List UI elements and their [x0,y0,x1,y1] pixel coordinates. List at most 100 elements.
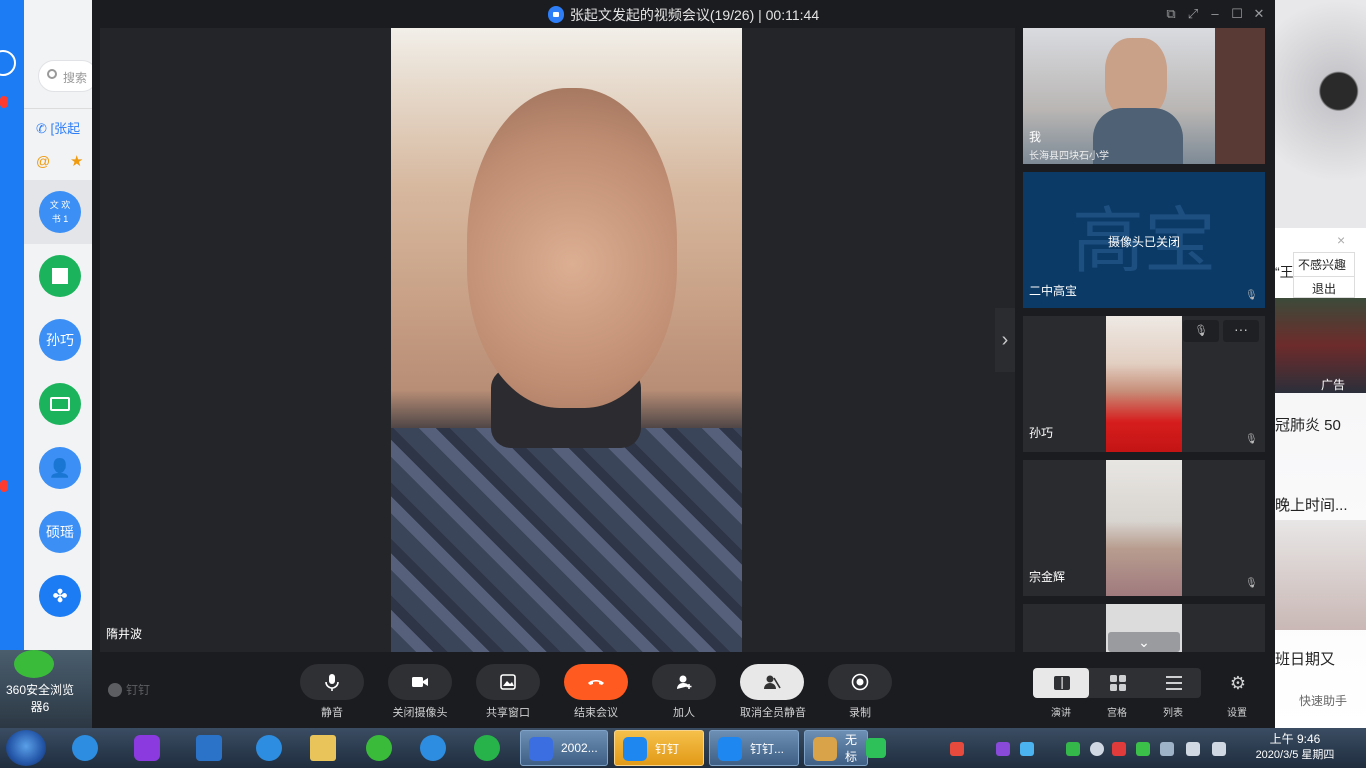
virtualbox-icon[interactable] [184,731,234,765]
browser-360-icon[interactable] [354,731,404,765]
speaker-name: 隋井波 [106,627,143,641]
close-ad-icon[interactable]: × [1337,232,1345,248]
news-title[interactable]: 冠肺炎 50 [1275,414,1341,435]
participant-tile[interactable]: 宗金辉 🎙 [1023,460,1265,596]
star-icon[interactable]: ★ [70,152,83,170]
settings-button[interactable]: ⚙ 设置 [1210,668,1264,720]
bluetooth-icon[interactable] [1090,742,1104,756]
maximize-icon[interactable]: ☐ [1228,5,1246,23]
external-link-icon[interactable]: ⧉ [1162,5,1180,23]
share-screen-icon [500,674,516,690]
taskbar-window[interactable]: 2002... [520,730,608,766]
chevron-right-icon[interactable]: › [995,308,1015,372]
list-item[interactable]: 硕瑶 [24,500,92,564]
participant-tile[interactable]: 🎙 ··· 孙巧 🎙 [1023,316,1265,452]
security-shield-icon[interactable] [1112,742,1126,756]
list-item[interactable]: ✤ [24,564,92,628]
tray-icon[interactable] [1066,742,1080,756]
desktop-shortcut[interactable]: 360安全浏览器6 [0,650,92,728]
participant-video-feed [1106,316,1182,452]
participant-video-feed [1106,460,1182,596]
avatar: 文 欢 书 1 [39,191,81,233]
main-speaker-video[interactable]: 隋井波 [100,28,1015,652]
participant-name: 我 [1029,130,1042,144]
video-content [1215,28,1265,164]
not-interested-item[interactable]: 不感兴趣 [1294,253,1354,277]
ie-icon[interactable] [244,731,294,765]
ie-icon[interactable] [60,731,110,765]
participant-name: 宗金辉 [1029,570,1066,584]
taskbar-window-label: 2002... [561,741,598,755]
participant-tile[interactable]: ⌄ [1023,604,1265,652]
search-icon [47,69,57,79]
video-content [391,428,742,652]
list-item[interactable] [24,372,92,436]
record-button[interactable]: 录制 [828,664,892,720]
volume-icon[interactable] [1186,742,1200,756]
network-icon[interactable] [1160,742,1174,756]
news-title[interactable]: 晚上时间... [1275,494,1348,515]
avatar [39,255,81,297]
chevron-down-icon[interactable]: ⌄ [1108,632,1180,652]
list-item[interactable] [24,244,92,308]
clock-time: 上午 9:46 [1269,732,1321,746]
phone-icon: ✆ [36,121,51,136]
list-view-button[interactable]: 列表 [1146,668,1200,719]
unmute-all-bg [740,664,804,700]
news-title[interactable]: 班日期又 [1275,648,1335,669]
tray-icon[interactable] [1136,742,1150,756]
clock-date: 2020/3/5 星期四 [1255,749,1335,761]
display-icon[interactable] [1212,742,1226,756]
media-play-icon[interactable] [462,731,512,765]
quick-assistant-link[interactable]: 快速助手 [1299,692,1347,709]
ad-menu: 不感兴趣 退出 [1293,252,1355,298]
minimize-icon[interactable]: – [1206,5,1224,23]
tray-icon[interactable] [1020,742,1034,756]
end-meeting-button[interactable]: 结束会议 [564,664,628,720]
start-button[interactable] [6,730,46,766]
more-options-icon[interactable]: ··· [1223,320,1259,342]
search-input[interactable]: 搜索 [38,60,92,92]
ie-icon[interactable] [408,731,458,765]
close-icon[interactable]: ✕ [1250,5,1268,23]
grid-view-button[interactable]: 宫格 [1090,668,1144,719]
system-tray [940,732,1240,764]
grid-view-icon [1090,668,1146,698]
wallpaper-image [1275,0,1366,228]
taskbar-window[interactable]: 钉钉... [709,730,799,766]
unmute-all-button[interactable]: 取消全员静音 [740,664,806,720]
tray-icon[interactable] [950,742,964,756]
participant-name: 孙巧 [1029,426,1054,440]
list-item[interactable]: 孙巧 [24,308,92,372]
camera-off-button[interactable]: 关闭摄像头 [388,664,452,720]
list-item[interactable]: 👤 [24,436,92,500]
share-window-button[interactable]: 共享窗口 [476,664,540,720]
speaker-view-button[interactable]: 演讲 [1034,668,1088,719]
profile-icon[interactable] [0,50,16,76]
participant-tile[interactable]: 高宝 摄像头已关闭 二中高宝 🎙 [1023,172,1265,308]
taskbar-window[interactable]: 无标 [804,730,868,766]
add-person-bg [652,664,716,700]
exit-item[interactable]: 退出 [1294,277,1354,300]
folder-icon[interactable] [298,731,348,765]
taskbar-window-active[interactable]: 钉钉 [614,730,704,766]
chat-preview[interactable]: ✆ [张起 [36,118,80,137]
add-person-icon [677,675,692,689]
fullscreen-icon[interactable]: ⤢ [1184,5,1202,23]
participant-name: 二中高宝 [1029,284,1078,298]
add-person-button[interactable]: 加人 [652,664,716,720]
background-dingtalk-window: 搜索 ✆ [张起 @ ★ 文 欢 书 1 孙巧 👤 硕瑶 ✤ 360安全浏览器6 [0,0,92,728]
lock-icon [547,6,564,23]
at-icon[interactable]: @ [36,153,50,169]
video-player-icon[interactable] [122,731,172,765]
system-clock[interactable]: 上午 9:46 2020/3/5 星期四 [1240,731,1350,763]
participant-tile-me[interactable]: 我 长海县四块石小学 [1023,28,1265,164]
paint-icon [813,737,837,761]
wps-icon [529,737,553,761]
tray-icon[interactable] [996,742,1010,756]
mic-muted-icon[interactable]: 🎙 [1183,320,1219,342]
share-button-bg [476,664,540,700]
mute-button[interactable]: 静音 [300,664,364,720]
sogou-icon[interactable] [862,731,890,765]
list-item[interactable]: 文 欢 书 1 [24,180,92,244]
